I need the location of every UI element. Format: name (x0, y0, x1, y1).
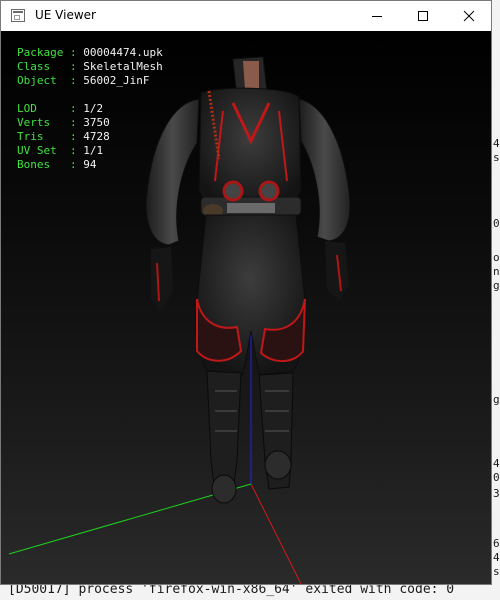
info-separator: : (56, 144, 84, 157)
info-row-lod: LOD : 1/2 (17, 102, 163, 116)
info-label: Object (17, 74, 57, 87)
bg-console-char: s (493, 565, 500, 578)
info-label: Tris (17, 130, 44, 143)
info-separator: : (50, 158, 84, 171)
ue-viewer-window: UE Viewer Package: 00004474.upk Class:… (0, 0, 492, 585)
title-bar[interactable]: UE Viewer (1, 1, 491, 31)
axis-x-line (250, 483, 302, 584)
close-button[interactable] (446, 1, 492, 31)
bg-console-bottom-line: [D50017] process 'firefox-win-x86_64' ex… (0, 585, 500, 600)
3d-viewport[interactable]: Package : 00004474.upk Class : SkeletalM… (1, 31, 491, 584)
info-value: 3750 (83, 116, 110, 129)
minimize-icon (372, 16, 382, 17)
bg-console-char: g (493, 393, 500, 406)
info-label: LOD (17, 102, 37, 115)
info-value: 1/2 (83, 102, 104, 115)
app-window-icon[interactable] (11, 9, 25, 22)
info-separator: : (43, 130, 84, 143)
bg-console-char: 4 (493, 457, 500, 470)
close-icon (463, 10, 475, 22)
info-separator: : (50, 116, 84, 129)
info-row-tris: Tris : 4728 (17, 130, 163, 144)
bg-console-char: s (493, 151, 500, 164)
info-separator: : (56, 74, 84, 87)
maximize-button[interactable] (400, 1, 446, 31)
bg-console-char: g (493, 279, 500, 292)
info-value: 00004474.upk (83, 46, 163, 59)
info-row-uvset: UV Set : 1/1 (17, 144, 163, 158)
window-title: UE Viewer (35, 8, 96, 22)
maximize-icon (418, 11, 428, 21)
info-label: Bones (17, 158, 51, 171)
mesh-info-panel: Package : 00004474.upk Class : SkeletalM… (17, 46, 163, 172)
character-mesh (145, 56, 351, 504)
bg-console-char: o (493, 251, 500, 264)
minimize-button[interactable] (354, 1, 400, 31)
info-row-verts: Verts : 3750 (17, 116, 163, 130)
info-row-object: Object : 56002_JinF (17, 74, 163, 88)
info-label: Verts (17, 116, 51, 129)
info-separator: : (63, 46, 84, 59)
info-row-package: Package : 00004474.upk (17, 46, 163, 60)
info-row-bones: Bones : 94 (17, 158, 163, 172)
bg-console-char: 4 (493, 137, 500, 150)
info-label: Package (17, 46, 64, 59)
bg-console-char: 0 (493, 217, 500, 230)
info-separator: : (36, 102, 84, 115)
info-value: 94 (83, 158, 97, 171)
info-label: UV Set (17, 144, 57, 157)
bg-console-char: 3 (493, 487, 500, 500)
info-value: SkeletalMesh (83, 60, 163, 73)
info-separator: : (50, 60, 84, 73)
info-label: Class (17, 60, 51, 73)
bg-console-log-text: [D50017] process 'firefox-win-x86_64' ex… (8, 585, 455, 597)
info-value: 56002_JinF (83, 74, 150, 87)
bg-console-char: 6 (493, 537, 500, 550)
info-value: 4728 (83, 130, 110, 143)
bg-console-char: n (493, 265, 500, 278)
info-value: 1/1 (83, 144, 104, 157)
bg-console-char: 0 (493, 471, 500, 484)
info-row-class: Class : SkeletalMesh (17, 60, 163, 74)
bg-console-char: 4 (493, 551, 500, 564)
